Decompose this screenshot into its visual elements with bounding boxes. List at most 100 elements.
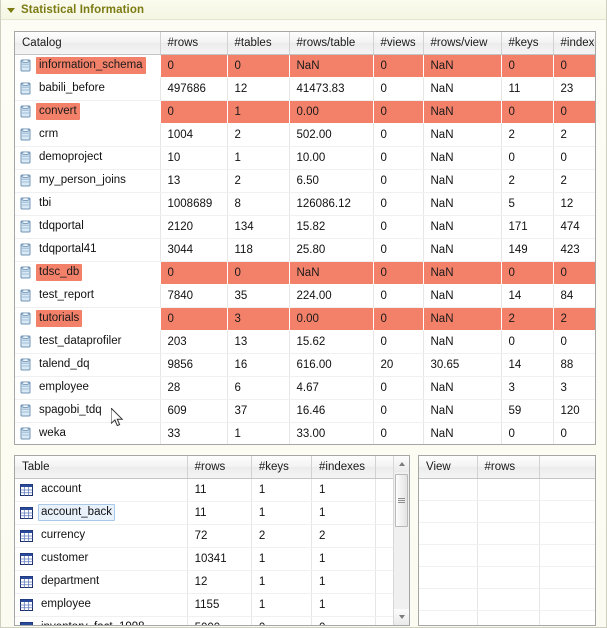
triangle-down-icon[interactable] [7,8,15,13]
catalog-rows-per-table-cell[interactable]: NaN [289,261,373,284]
catalog-tables-cell[interactable]: 6 [227,376,289,399]
catalog-name-cell[interactable]: weka [15,422,160,445]
catalog-keys-cell[interactable]: 0 [501,146,553,169]
view-empty-cell[interactable] [539,544,595,566]
catalog-keys-cell[interactable]: 2 [501,307,553,330]
table-row[interactable]: convert010.000NaN00 [15,100,596,123]
catalog-views-cell[interactable]: 0 [373,77,423,100]
view-empty-cell[interactable] [419,566,477,588]
table-list-panel[interactable]: Table #rows #keys #indexes account1111ac… [14,455,410,626]
table-indexes-cell[interactable]: 1 [312,570,376,593]
column-header-catalog[interactable]: Catalog [15,32,160,54]
catalog-rows-per-table-cell[interactable]: 224.00 [289,284,373,307]
catalog-rows-cell[interactable]: 1004 [160,123,227,146]
catalog-rows-cell[interactable]: 1008689 [160,192,227,215]
catalog-rows-per-view-cell[interactable]: NaN [423,192,501,215]
catalog-name-cell[interactable]: test_dataprofiler [15,330,160,353]
table-keys-cell[interactable]: 1 [251,501,311,524]
catalog-rows-cell[interactable]: 0 [160,307,227,330]
catalog-rows-per-table-cell[interactable]: 616.00 [289,353,373,376]
catalog-keys-cell[interactable]: 0 [501,330,553,353]
catalog-keys-cell[interactable]: 14 [501,353,553,376]
view-empty-cell[interactable] [419,478,477,500]
column-header-view[interactable]: View [419,456,477,478]
catalog-tables-cell[interactable]: 1 [227,146,289,169]
catalog-views-cell[interactable]: 0 [373,307,423,330]
catalog-tables-cell[interactable]: 1 [227,100,289,123]
catalog-rows-per-view-cell[interactable]: 30.65 [423,353,501,376]
catalog-views-cell[interactable]: 0 [373,100,423,123]
catalog-rows-cell[interactable]: 10 [160,146,227,169]
catalog-name-cell[interactable]: tdqportal [15,215,160,238]
catalog-name-cell[interactable]: employee [15,376,160,399]
catalog-rows-per-view-cell[interactable]: NaN [423,330,501,353]
catalog-rows-cell[interactable]: 0 [160,54,227,77]
table-row[interactable]: tdqportal41304411825.800NaN149423 [15,238,596,261]
catalog-name-cell[interactable]: babili_before [15,77,160,100]
table-row[interactable]: spagobi_tdq6093716.460NaN59120 [15,399,596,422]
catalog-keys-cell[interactable]: 149 [501,238,553,261]
table-grid[interactable]: Table #rows #keys #indexes account1111ac… [15,456,409,626]
catalog-rows-per-view-cell[interactable]: NaN [423,399,501,422]
catalog-views-cell[interactable]: 0 [373,399,423,422]
view-empty-cell[interactable] [419,500,477,522]
view-empty-cell[interactable] [477,478,539,500]
catalog-rows-per-table-cell[interactable]: 0.00 [289,100,373,123]
view-empty-cell[interactable] [419,588,477,610]
catalog-rows-cell[interactable]: 0 [160,100,227,123]
catalog-rows-per-view-cell[interactable]: NaN [423,376,501,399]
catalog-indexes-cell[interactable]: 0 [553,100,596,123]
list-item[interactable] [419,588,595,610]
list-item[interactable] [419,544,595,566]
view-empty-cell[interactable] [477,500,539,522]
scroll-up-button[interactable] [394,456,409,472]
catalog-views-cell[interactable]: 0 [373,376,423,399]
table-row[interactable]: employee2864.670NaN33 [15,376,596,399]
catalog-rows-per-table-cell[interactable]: 15.82 [289,215,373,238]
table-rows-cell[interactable]: 11 [187,501,251,524]
catalog-name-cell[interactable]: demoproject [15,146,160,169]
table-indexes-cell[interactable]: 1 [312,501,376,524]
catalog-rows-per-view-cell[interactable]: NaN [423,146,501,169]
column-header-table-indexes[interactable]: #indexes [312,456,376,478]
catalog-tables-cell[interactable]: 0 [227,54,289,77]
catalog-views-cell[interactable]: 0 [373,169,423,192]
catalog-name-cell[interactable]: crm [15,123,160,146]
catalog-rows-cell[interactable]: 0 [160,261,227,284]
table-row[interactable]: employee115511 [15,593,409,616]
table-keys-cell[interactable]: 2 [251,524,311,547]
table-row[interactable]: weka33133.000NaN00 [15,422,596,445]
view-empty-cell[interactable] [477,522,539,544]
view-list-panel[interactable]: View #rows [418,455,596,626]
catalog-views-cell[interactable]: 0 [373,238,423,261]
catalog-rows-per-table-cell[interactable]: 10.00 [289,146,373,169]
catalog-tables-cell[interactable]: 3 [227,307,289,330]
column-header-table-rows[interactable]: #rows [187,456,251,478]
catalog-rows-cell[interactable]: 2120 [160,215,227,238]
view-empty-cell[interactable] [477,610,539,626]
catalog-tables-cell[interactable]: 16 [227,353,289,376]
catalog-name-cell[interactable]: spagobi_tdq [15,399,160,422]
catalog-rows-per-table-cell[interactable]: 502.00 [289,123,373,146]
table-indexes-cell[interactable]: 2 [312,524,376,547]
catalog-rows-per-table-cell[interactable]: 0.00 [289,307,373,330]
catalog-indexes-cell[interactable]: 88 [553,353,596,376]
view-empty-cell[interactable] [539,566,595,588]
catalog-rows-per-view-cell[interactable]: NaN [423,422,501,445]
catalog-tables-cell[interactable]: 0 [227,261,289,284]
table-keys-cell[interactable]: 1 [251,570,311,593]
catalog-rows-per-table-cell[interactable]: 6.50 [289,169,373,192]
catalog-indexes-cell[interactable]: 423 [553,238,596,261]
table-row[interactable]: talend_dq985616616.002030.651488 [15,353,596,376]
catalog-name-cell[interactable]: tdsc_db [15,261,160,284]
catalog-indexes-cell[interactable]: 12 [553,192,596,215]
column-header-table-keys[interactable]: #keys [251,456,311,478]
catalog-rows-per-table-cell[interactable]: 41473.83 [289,77,373,100]
list-item[interactable] [419,478,595,500]
table-row[interactable]: test_dataprofiler2031315.620NaN00 [15,330,596,353]
column-header-table[interactable]: Table [15,456,187,478]
table-row[interactable]: my_person_joins1326.500NaN22 [15,169,596,192]
catalog-rows-per-table-cell[interactable]: 15.62 [289,330,373,353]
catalog-views-cell[interactable]: 0 [373,215,423,238]
catalog-indexes-cell[interactable]: 0 [553,330,596,353]
